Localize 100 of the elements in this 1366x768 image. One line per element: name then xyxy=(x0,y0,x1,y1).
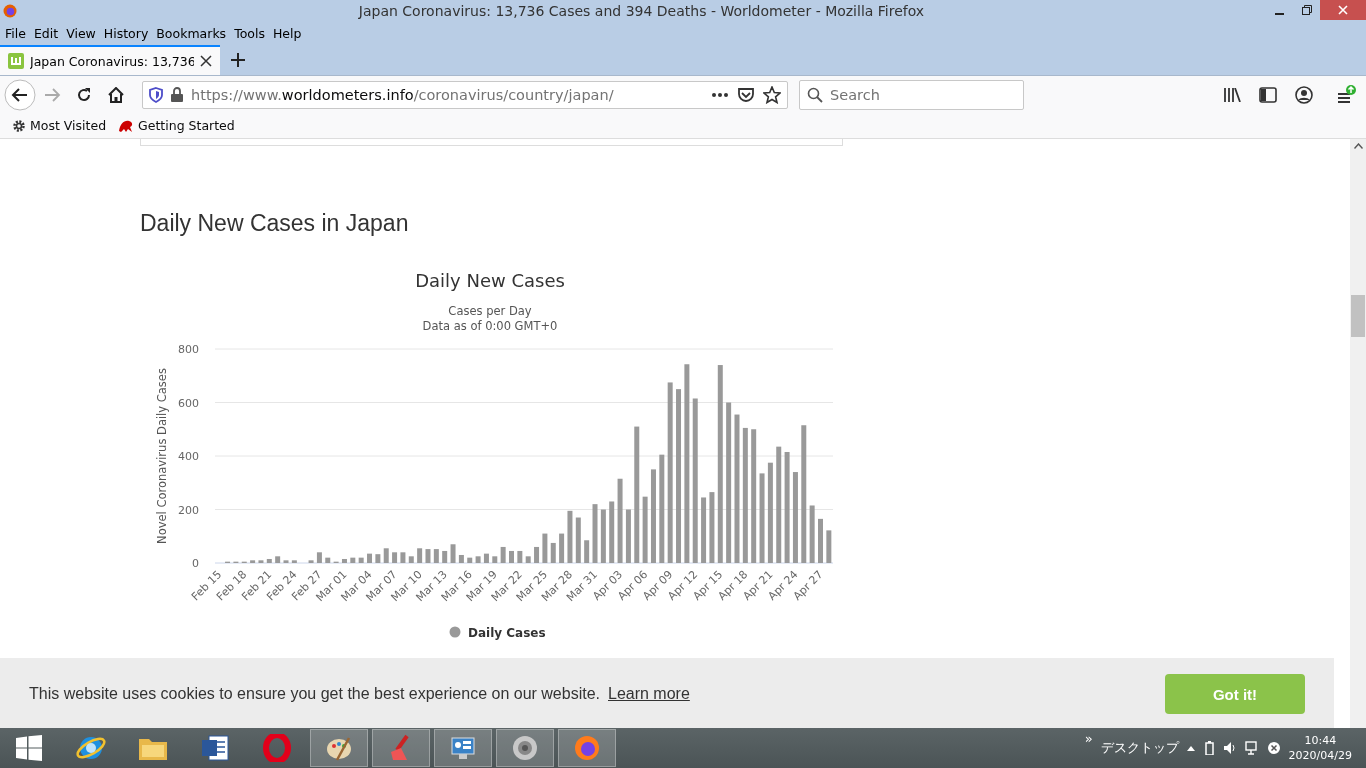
close-circle-icon[interactable] xyxy=(1266,741,1281,755)
star-icon[interactable] xyxy=(763,85,781,104)
bar xyxy=(467,557,473,563)
bar xyxy=(483,553,489,563)
menu-item[interactable]: File xyxy=(2,25,29,41)
menu-item[interactable]: Bookmarks xyxy=(153,25,230,41)
bar xyxy=(433,549,439,563)
chart-title: Daily New Cases xyxy=(415,270,565,291)
close-tab-icon[interactable] xyxy=(200,55,212,67)
bar xyxy=(818,518,823,563)
search-field[interactable]: Search xyxy=(799,79,1024,110)
browser-tab[interactable]: Japan Coronavirus: 13,736 xyxy=(0,45,220,75)
bar xyxy=(517,550,523,563)
home-icon[interactable] xyxy=(108,86,124,103)
bar xyxy=(383,548,389,563)
bar xyxy=(458,555,464,563)
bar xyxy=(258,560,264,563)
start-button[interactable] xyxy=(16,735,42,761)
menu-item[interactable]: Help xyxy=(269,25,305,41)
menu-item[interactable]: View xyxy=(63,25,99,41)
bar xyxy=(358,557,364,563)
cookie-message: This website uses cookies to ensure you get the best experience on our website. xyxy=(29,685,600,703)
gear-icon xyxy=(12,118,26,133)
bar xyxy=(408,556,414,563)
bar xyxy=(442,550,448,563)
bar xyxy=(341,559,347,563)
bar xyxy=(584,540,590,563)
lock-icon[interactable] xyxy=(171,87,183,102)
more-actions-icon[interactable] xyxy=(711,91,729,98)
shield-icon[interactable] xyxy=(149,86,163,103)
bar xyxy=(575,517,581,563)
battery-icon[interactable] xyxy=(1202,741,1215,755)
bar xyxy=(709,492,715,563)
bar xyxy=(417,548,423,563)
bar xyxy=(492,556,498,563)
menu-item[interactable]: History xyxy=(100,25,152,41)
bar xyxy=(308,560,314,563)
bar xyxy=(600,509,606,563)
tray-overflow-button[interactable]: » xyxy=(1084,731,1093,746)
bar xyxy=(266,559,272,563)
bar xyxy=(559,533,565,563)
restore-icon[interactable] xyxy=(1301,5,1312,15)
bar xyxy=(250,560,256,563)
bar xyxy=(350,557,356,563)
y-tick-label: 600 xyxy=(178,396,199,410)
bookmark-link[interactable]: Most Visited xyxy=(30,118,107,133)
window-title: Japan Coronavirus: 13,736 Cases and 394 Deaths - Worldometer - Mozilla Firefox xyxy=(357,3,926,19)
close-icon[interactable] xyxy=(1338,5,1348,15)
caret-icon[interactable] xyxy=(1186,745,1195,751)
reload-icon[interactable] xyxy=(76,86,92,103)
scroll-thumb[interactable] xyxy=(1351,295,1365,337)
network-icon[interactable] xyxy=(1244,741,1259,755)
back-button[interactable] xyxy=(4,78,36,111)
site-favicon-icon xyxy=(8,53,24,69)
close-button[interactable] xyxy=(1320,0,1366,20)
bar xyxy=(316,552,322,563)
speaker-icon[interactable] xyxy=(496,729,554,767)
clock[interactable]: 10:44 2020/04/29 xyxy=(1288,733,1352,763)
chart-subtitle: Cases per Day xyxy=(448,304,532,318)
bar xyxy=(642,496,648,563)
bookmark-link[interactable]: Getting Started xyxy=(138,118,235,133)
bar xyxy=(500,546,506,563)
section-heading: Daily New Cases in Japan xyxy=(140,210,410,237)
legend-label[interactable]: Daily Cases xyxy=(468,626,546,640)
bar xyxy=(275,556,281,563)
bar xyxy=(592,504,598,563)
bar xyxy=(283,560,289,563)
bar xyxy=(392,552,398,563)
y-tick-label: 200 xyxy=(178,503,199,517)
scrollbar[interactable] xyxy=(1350,139,1366,730)
scroll-up-icon[interactable] xyxy=(1353,143,1363,149)
volume-icon[interactable] xyxy=(1222,741,1237,755)
bar xyxy=(400,552,406,563)
bar xyxy=(425,549,431,563)
bar xyxy=(542,533,548,563)
bar xyxy=(625,509,631,563)
pocket-icon[interactable] xyxy=(737,86,755,103)
bar xyxy=(826,530,832,563)
menu-item[interactable]: Tools xyxy=(231,25,268,41)
bar xyxy=(375,554,381,563)
new-tab-icon[interactable] xyxy=(230,52,246,68)
chart-subtitle: Data as of 0:00 GMT+0 xyxy=(422,319,558,333)
bar xyxy=(550,542,556,563)
bar xyxy=(450,544,456,563)
dinosaur-icon xyxy=(118,118,135,133)
bar xyxy=(534,546,540,563)
learn-more-link[interactable]: Learn more xyxy=(608,685,690,703)
y-tick-label: 400 xyxy=(178,450,199,463)
bar xyxy=(291,560,297,563)
paint-palette-icon[interactable] xyxy=(310,729,368,767)
bar xyxy=(525,556,531,563)
menu-item[interactable]: Edit xyxy=(30,25,62,41)
firefox-logo-icon xyxy=(3,4,17,18)
y-tick-label: 800 xyxy=(178,343,199,356)
bar xyxy=(509,550,514,563)
bar xyxy=(809,505,815,563)
y-axis-title: Novel Coronavirus Daily Cases xyxy=(155,368,169,544)
control-panel-icon[interactable] xyxy=(434,729,492,767)
bar xyxy=(567,510,573,563)
desktop-toolbar-label[interactable]: デスクトップ xyxy=(1100,739,1179,757)
